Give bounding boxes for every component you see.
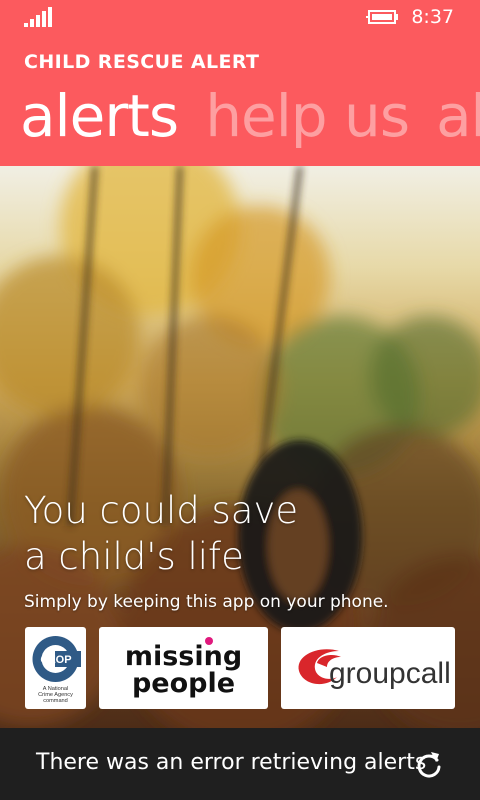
headline-line-1: You could save	[24, 489, 299, 532]
ceop-caption-3: command	[43, 698, 68, 704]
hero-headline: You could save a child's life	[24, 488, 298, 580]
groupcall-logo: groupcall	[298, 649, 451, 690]
headline-line-2: a child's life	[24, 535, 244, 578]
signal-strength-icon	[24, 7, 52, 27]
pivot-item-alerts[interactable]: alerts	[20, 82, 179, 150]
pivot-header: alerts help us ab	[20, 82, 480, 150]
app-header: 8:37 CHILD RESCUE ALERT alerts help us a…	[0, 0, 480, 166]
error-footer: There was an error retrieving alerts	[0, 728, 480, 800]
ceop-logo-card[interactable]: CEOP A National Crime Agency command	[25, 627, 86, 709]
hero-subline: Simply by keeping this app on your phone…	[24, 592, 389, 612]
ceop-logo: CEOP A National Crime Agency command	[32, 636, 81, 704]
pivot-item-about[interactable]: ab	[436, 82, 480, 150]
ceop-name: CEOP	[40, 654, 71, 666]
status-bar: 8:37	[0, 0, 480, 32]
people-word: people	[132, 668, 235, 699]
refresh-icon[interactable]	[414, 750, 444, 780]
groupcall-logo-card[interactable]: groupcall	[281, 627, 455, 709]
app-title: CHILD RESCUE ALERT	[24, 51, 260, 73]
missing-people-logo: missing people	[125, 637, 242, 699]
battery-charging-icon	[366, 10, 398, 24]
error-message: There was an error retrieving alerts	[36, 750, 427, 775]
pivot-item-help-us[interactable]: help us	[205, 82, 410, 150]
hero-panel: You could save a child's life Simply by …	[0, 166, 480, 728]
groupcall-name: groupcall	[329, 657, 451, 690]
missing-people-logo-card[interactable]: missing people	[99, 627, 268, 709]
clock-time: 8:37	[411, 6, 454, 28]
